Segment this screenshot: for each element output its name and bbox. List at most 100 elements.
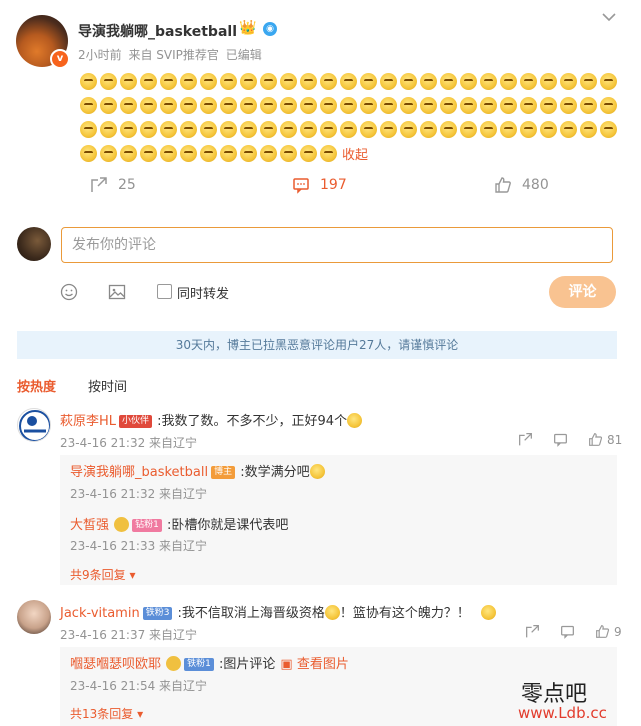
current-user-avatar[interactable] — [17, 227, 51, 261]
thinking-emoji-icon — [219, 73, 237, 90]
thinking-emoji-icon — [499, 97, 517, 114]
fan-tag: 铁粉3 — [142, 607, 173, 620]
forward-count: 25 — [118, 177, 136, 193]
thinking-emoji-icon — [119, 145, 137, 162]
thinking-emoji-icon — [119, 121, 137, 138]
view-image-label: 查看图片 — [296, 657, 349, 672]
comment-time: 23-4-16 21:37 来自辽宁 — [60, 628, 198, 642]
thinking-emoji-icon — [199, 121, 217, 138]
thinking-emoji-icon — [579, 97, 597, 114]
more-replies-link[interactable]: 共9条回复 ▾ — [70, 566, 135, 583]
fan-tag: 钻粉1 — [132, 519, 162, 532]
watermark-url: www.Ldb.cc — [518, 704, 607, 722]
commenter-name[interactable]: Jack-vitamin — [60, 606, 140, 621]
chevron-down-icon[interactable] — [602, 12, 616, 22]
view-image-link[interactable]: ▣ 查看图片 — [280, 657, 348, 672]
post-author-name[interactable]: 导演我躺哪_basketball — [78, 21, 237, 41]
comment-line: 萩原李HL 小伙伴 :我数了数。不多不少，正好94个 — [60, 410, 363, 429]
comment-like-button[interactable]: 81 — [588, 432, 622, 447]
thinking-emoji-icon — [399, 73, 417, 90]
thinking-emoji-icon — [339, 97, 357, 114]
like-button[interactable]: 480 — [494, 176, 549, 194]
post-meta: 2小时前 来自 SVIP推荐官 已编辑 — [78, 46, 265, 63]
also-forward-checkbox[interactable] — [157, 284, 172, 299]
thinking-emoji-icon — [299, 121, 317, 138]
thinking-emoji-icon — [319, 97, 337, 114]
reply-text: :卧槽你就是课代表吧 — [166, 518, 289, 533]
comment-input[interactable] — [61, 227, 613, 263]
thinking-emoji-icon — [479, 97, 497, 114]
image-upload-icon[interactable] — [108, 283, 126, 301]
reply-author-name[interactable]: 嗰瑟嗰瑟呗欧耶 — [70, 657, 161, 672]
globe-badge-icon: ◉ — [263, 22, 277, 36]
forward-icon[interactable] — [525, 624, 540, 639]
thinking-emoji-icon — [599, 121, 617, 138]
forward-button[interactable]: 25 — [90, 176, 136, 194]
emoji-picker-icon[interactable] — [60, 283, 78, 301]
thinking-emoji-icon — [79, 121, 97, 138]
sort-by-time-tab[interactable]: 按时间 — [88, 376, 127, 395]
thinking-emoji-icon — [99, 121, 117, 138]
thinking-emoji-icon — [359, 73, 377, 90]
thinking-emoji-icon — [479, 121, 497, 138]
thinking-emoji-icon — [419, 121, 437, 138]
thinking-emoji-icon — [339, 121, 357, 138]
thinking-emoji-icon — [439, 97, 457, 114]
sort-by-hot-tab[interactable]: 按热度 — [17, 376, 56, 395]
forward-icon[interactable] — [518, 432, 533, 447]
thinking-emoji-icon — [359, 97, 377, 114]
thinking-emoji-icon — [219, 97, 237, 114]
thinking-emoji-icon — [359, 121, 377, 138]
thinking-emoji-icon — [239, 97, 257, 114]
thinking-emoji-icon — [539, 73, 557, 90]
thinking-emoji-icon — [199, 73, 217, 90]
thinking-emoji-icon — [519, 121, 537, 138]
submit-comment-button[interactable]: 评论 — [549, 276, 616, 308]
commenter-avatar[interactable] — [17, 408, 51, 442]
thinking-emoji-icon — [379, 97, 397, 114]
thinking-emoji-icon — [419, 73, 437, 90]
comment-actions: 9 — [525, 624, 622, 639]
reply-line: 嗰瑟嗰瑟呗欧耶 铁粉1 :图片评论 ▣ 查看图片 — [70, 653, 349, 672]
thinking-emoji-icon — [219, 121, 237, 138]
thinking-emoji-icon — [79, 73, 97, 90]
commenter-name[interactable]: 萩原李HL — [60, 414, 116, 429]
comment-text: :我数了数。不多不少，正好94个 — [157, 414, 348, 429]
comment-icon — [293, 178, 309, 194]
more-replies-link[interactable]: 共13条回复 ▾ — [70, 705, 143, 722]
thinking-emoji-icon — [159, 73, 177, 90]
thinking-emoji-icon — [279, 145, 297, 162]
comment-like-button[interactable]: 9 — [595, 624, 622, 639]
thinking-emoji-icon — [279, 73, 297, 90]
reply-author-name[interactable]: 导演我躺哪_basketball — [70, 465, 208, 480]
thinking-emoji-icon — [599, 73, 617, 90]
commenter-avatar[interactable] — [17, 600, 51, 634]
thinking-emoji-icon — [139, 121, 157, 138]
reply-icon[interactable] — [560, 624, 575, 639]
forward-icon — [91, 177, 107, 192]
post-edited: 已编辑 — [225, 48, 262, 62]
thinking-emoji-icon — [199, 145, 217, 162]
author-avatar[interactable]: v — [16, 15, 70, 69]
reply-icon[interactable] — [553, 432, 568, 447]
more-replies-label: 共9条回复 — [70, 568, 126, 582]
thinking-emoji-icon — [279, 121, 297, 138]
collapse-link[interactable]: 收起 — [342, 148, 368, 163]
post-source[interactable]: 来自 SVIP推荐官 — [128, 48, 218, 62]
reply-text: :数学满分吧 — [240, 465, 310, 480]
verified-badge-icon: v — [50, 49, 70, 69]
thinking-emoji-icon — [239, 73, 257, 90]
comment-button[interactable]: 197 — [292, 176, 347, 194]
thinking-emoji-icon — [99, 73, 117, 90]
reply-author-name[interactable]: 大皙强 — [70, 518, 109, 533]
comment-text: :我不信取消上海晋级资格 — [177, 606, 325, 621]
thinking-emoji-icon — [159, 121, 177, 138]
thinking-emoji-icon — [579, 73, 597, 90]
thinking-emoji-icon — [199, 97, 217, 114]
thinking-emoji-icon — [279, 97, 297, 114]
fan-tag: 铁粉1 — [184, 658, 214, 671]
thinking-emoji-icon — [339, 73, 357, 90]
thumbs-up-icon — [495, 177, 511, 193]
thinking-emoji-icon — [459, 121, 477, 138]
thinking-emoji-icon — [539, 121, 557, 138]
